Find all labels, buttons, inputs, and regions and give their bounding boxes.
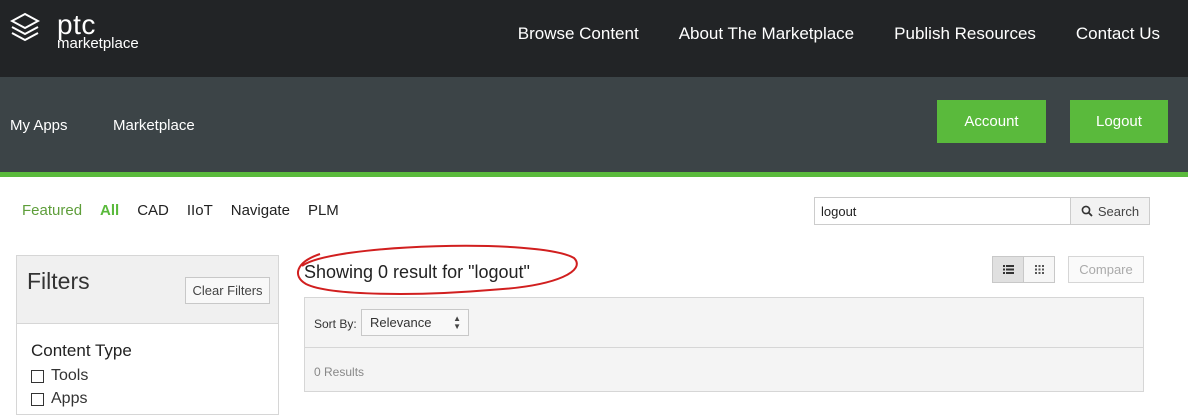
sort-select-value: Relevance xyxy=(370,315,432,330)
tab-navigate[interactable]: Navigate xyxy=(231,202,290,220)
nav-publish-resources[interactable]: Publish Resources xyxy=(894,22,1036,46)
compare-button[interactable]: Compare xyxy=(1068,256,1144,283)
results-panel: Sort By: Relevance ▲ ▼ 0 Results xyxy=(304,297,1144,392)
sort-label: Sort By: xyxy=(314,317,357,331)
search-button[interactable]: Search xyxy=(1070,197,1150,225)
nav-browse-content[interactable]: Browse Content xyxy=(518,22,639,46)
filter-apps[interactable]: Apps xyxy=(31,390,87,408)
filters-header: Filters Clear Filters xyxy=(17,256,278,324)
sub-header: My Apps Marketplace Account Logout xyxy=(0,77,1188,172)
tab-featured[interactable]: Featured xyxy=(22,202,82,220)
sort-select[interactable]: Relevance ▲ ▼ xyxy=(361,309,469,336)
marketplace-link[interactable]: Marketplace xyxy=(113,117,195,135)
red-annotation-circle xyxy=(296,244,578,295)
tab-plm[interactable]: PLM xyxy=(308,202,339,220)
search-icon xyxy=(1081,205,1093,217)
my-apps-link[interactable]: My Apps xyxy=(10,117,68,135)
tools-checkbox[interactable] xyxy=(31,369,44,383)
view-toggle xyxy=(992,256,1055,283)
nav-about-marketplace[interactable]: About The Marketplace xyxy=(679,22,854,46)
tab-all[interactable]: All xyxy=(100,202,119,220)
apps-checkbox[interactable] xyxy=(31,392,44,406)
ptc-logo[interactable]: ptc marketplace xyxy=(10,8,160,58)
filters-panel: Filters Clear Filters Content Type Tools… xyxy=(16,255,279,415)
filter-apps-label: Apps xyxy=(51,390,88,407)
clear-filters-button[interactable]: Clear Filters xyxy=(185,277,270,304)
logout-button[interactable]: Logout xyxy=(1070,100,1168,143)
content-type-title: Content Type xyxy=(31,341,132,360)
filter-tools[interactable]: Tools xyxy=(31,367,88,385)
sort-row: Sort By: Relevance ▲ ▼ xyxy=(305,298,1143,348)
top-header: ptc marketplace Browse Content About The… xyxy=(0,0,1188,77)
grid-view-icon xyxy=(1034,265,1044,274)
account-button[interactable]: Account xyxy=(937,100,1046,143)
filters-title: Filters xyxy=(27,268,90,294)
top-nav: Browse Content About The Marketplace Pub… xyxy=(518,22,1160,46)
brand-subtitle: marketplace xyxy=(57,35,139,52)
search-input[interactable] xyxy=(814,197,1071,225)
category-tabs: Featured All CAD IIoT Navigate PLM xyxy=(22,202,339,220)
search-bar: Search xyxy=(814,197,1150,225)
tab-cad[interactable]: CAD xyxy=(137,202,169,220)
search-button-label: Search xyxy=(1097,203,1140,219)
filter-tools-label: Tools xyxy=(51,367,89,384)
ptc-logo-icon xyxy=(10,12,40,42)
accent-divider xyxy=(0,172,1188,177)
results-count: 0 Results xyxy=(314,365,365,379)
grid-view-button[interactable] xyxy=(1023,257,1054,282)
list-view-icon xyxy=(1002,265,1014,274)
tab-iiot[interactable]: IIoT xyxy=(187,202,213,220)
sort-arrows-icon: ▲ ▼ xyxy=(453,314,461,331)
list-view-button[interactable] xyxy=(993,257,1024,282)
nav-contact-us[interactable]: Contact Us xyxy=(1076,22,1160,46)
